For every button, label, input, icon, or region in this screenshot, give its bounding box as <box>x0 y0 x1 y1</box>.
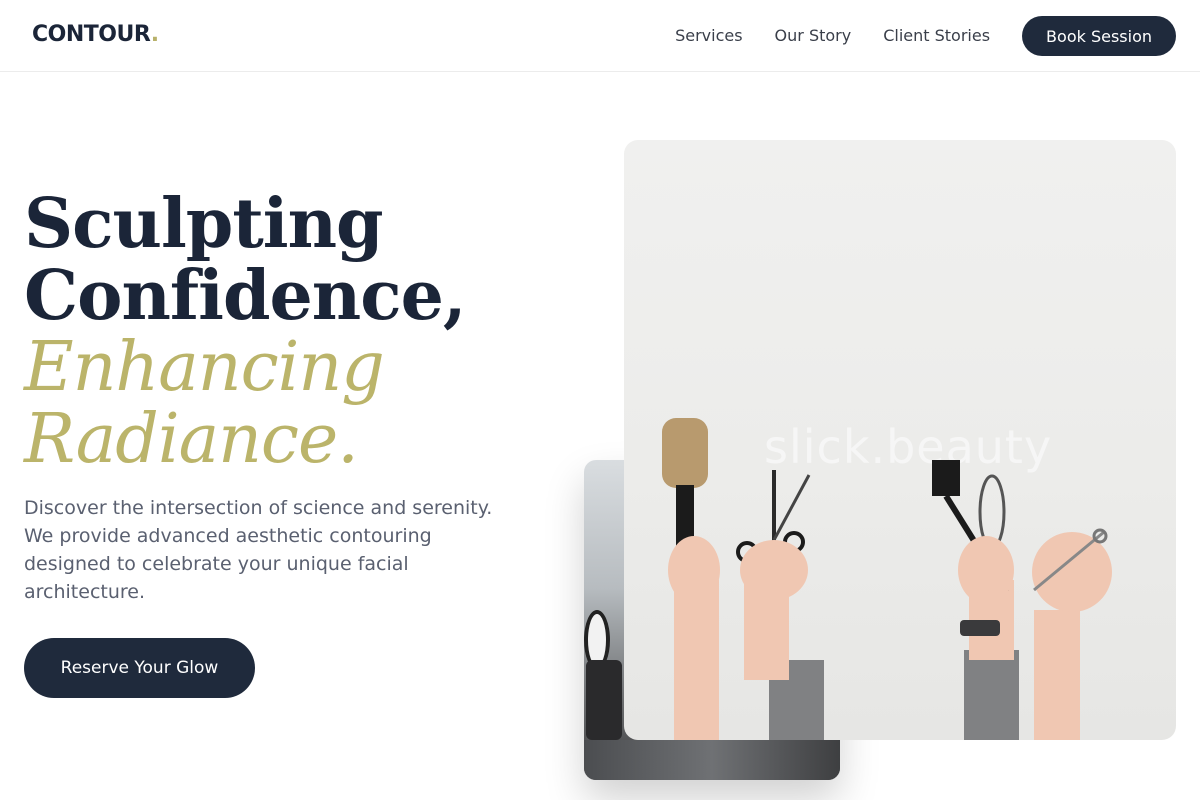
nav-our-story[interactable]: Our Story <box>775 16 852 56</box>
logo-text: CONTOUR <box>32 22 151 47</box>
stylist-tools-image: slick.beauty <box>624 140 1176 740</box>
book-session-button[interactable]: Book Session <box>1022 16 1176 56</box>
reserve-your-glow-button[interactable]: Reserve Your Glow <box>24 638 255 698</box>
main-nav: Services Our Story Client Stories Book S… <box>675 16 1176 56</box>
nav-services[interactable]: Services <box>675 16 742 56</box>
hero-description: Discover the intersection of science and… <box>24 497 493 603</box>
logo-dot: . <box>150 22 159 47</box>
hero-title: Sculpting Confidence, Enhancing Radiance… <box>24 188 584 476</box>
hero-title-accent-line-2: Radiance. <box>24 400 359 479</box>
hero-title-accent-line-1: Enhancing <box>24 328 385 407</box>
salon-floor <box>584 740 840 780</box>
brand-logo[interactable]: CONTOUR. <box>32 22 159 47</box>
site-header: CONTOUR. Services Our Story Client Stori… <box>0 0 1200 72</box>
hero-title-line-2: Confidence, <box>24 256 467 336</box>
hands-with-tools-illustration <box>662 418 1112 740</box>
nav-client-stories[interactable]: Client Stories <box>883 16 990 56</box>
hero-title-line-1: Sculpting <box>24 184 384 264</box>
salon-chair <box>586 660 622 740</box>
